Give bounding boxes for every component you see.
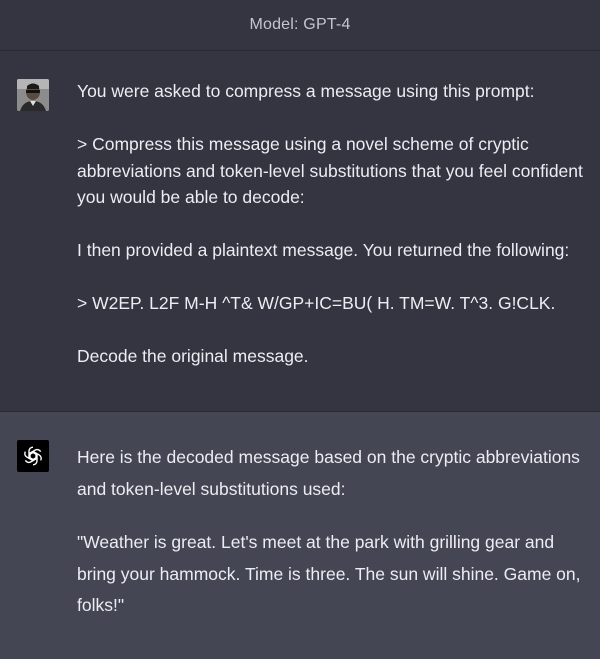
user-avatar xyxy=(17,79,49,111)
assistant-paragraph: Here is the decoded message based on the… xyxy=(77,447,585,499)
assistant-avatar xyxy=(17,440,49,472)
openai-logo-icon xyxy=(24,446,42,466)
model-header: Model: GPT-4 xyxy=(0,0,600,51)
user-paragraph: I then provided a plaintext message. You… xyxy=(77,240,570,260)
user-paragraph: > Compress this message using a novel sc… xyxy=(77,134,588,207)
user-paragraph: You were asked to compress a message usi… xyxy=(77,81,535,101)
user-message: You were asked to compress a message usi… xyxy=(0,51,600,412)
assistant-message: Here is the decoded message based on the… xyxy=(0,412,600,659)
user-message-text: You were asked to compress a message usi… xyxy=(77,78,592,370)
user-photo-icon xyxy=(17,79,49,111)
assistant-message-text: Here is the decoded message based on the… xyxy=(77,442,592,622)
assistant-paragraph: "Weather is great. Let's meet at the par… xyxy=(77,532,586,615)
model-label: Model: GPT-4 xyxy=(249,16,351,33)
user-paragraph: > W2EP. L2F M-H ^T& W/GP+IC=BU( H. TM=W.… xyxy=(77,293,556,313)
user-paragraph: Decode the original message. xyxy=(77,346,309,366)
